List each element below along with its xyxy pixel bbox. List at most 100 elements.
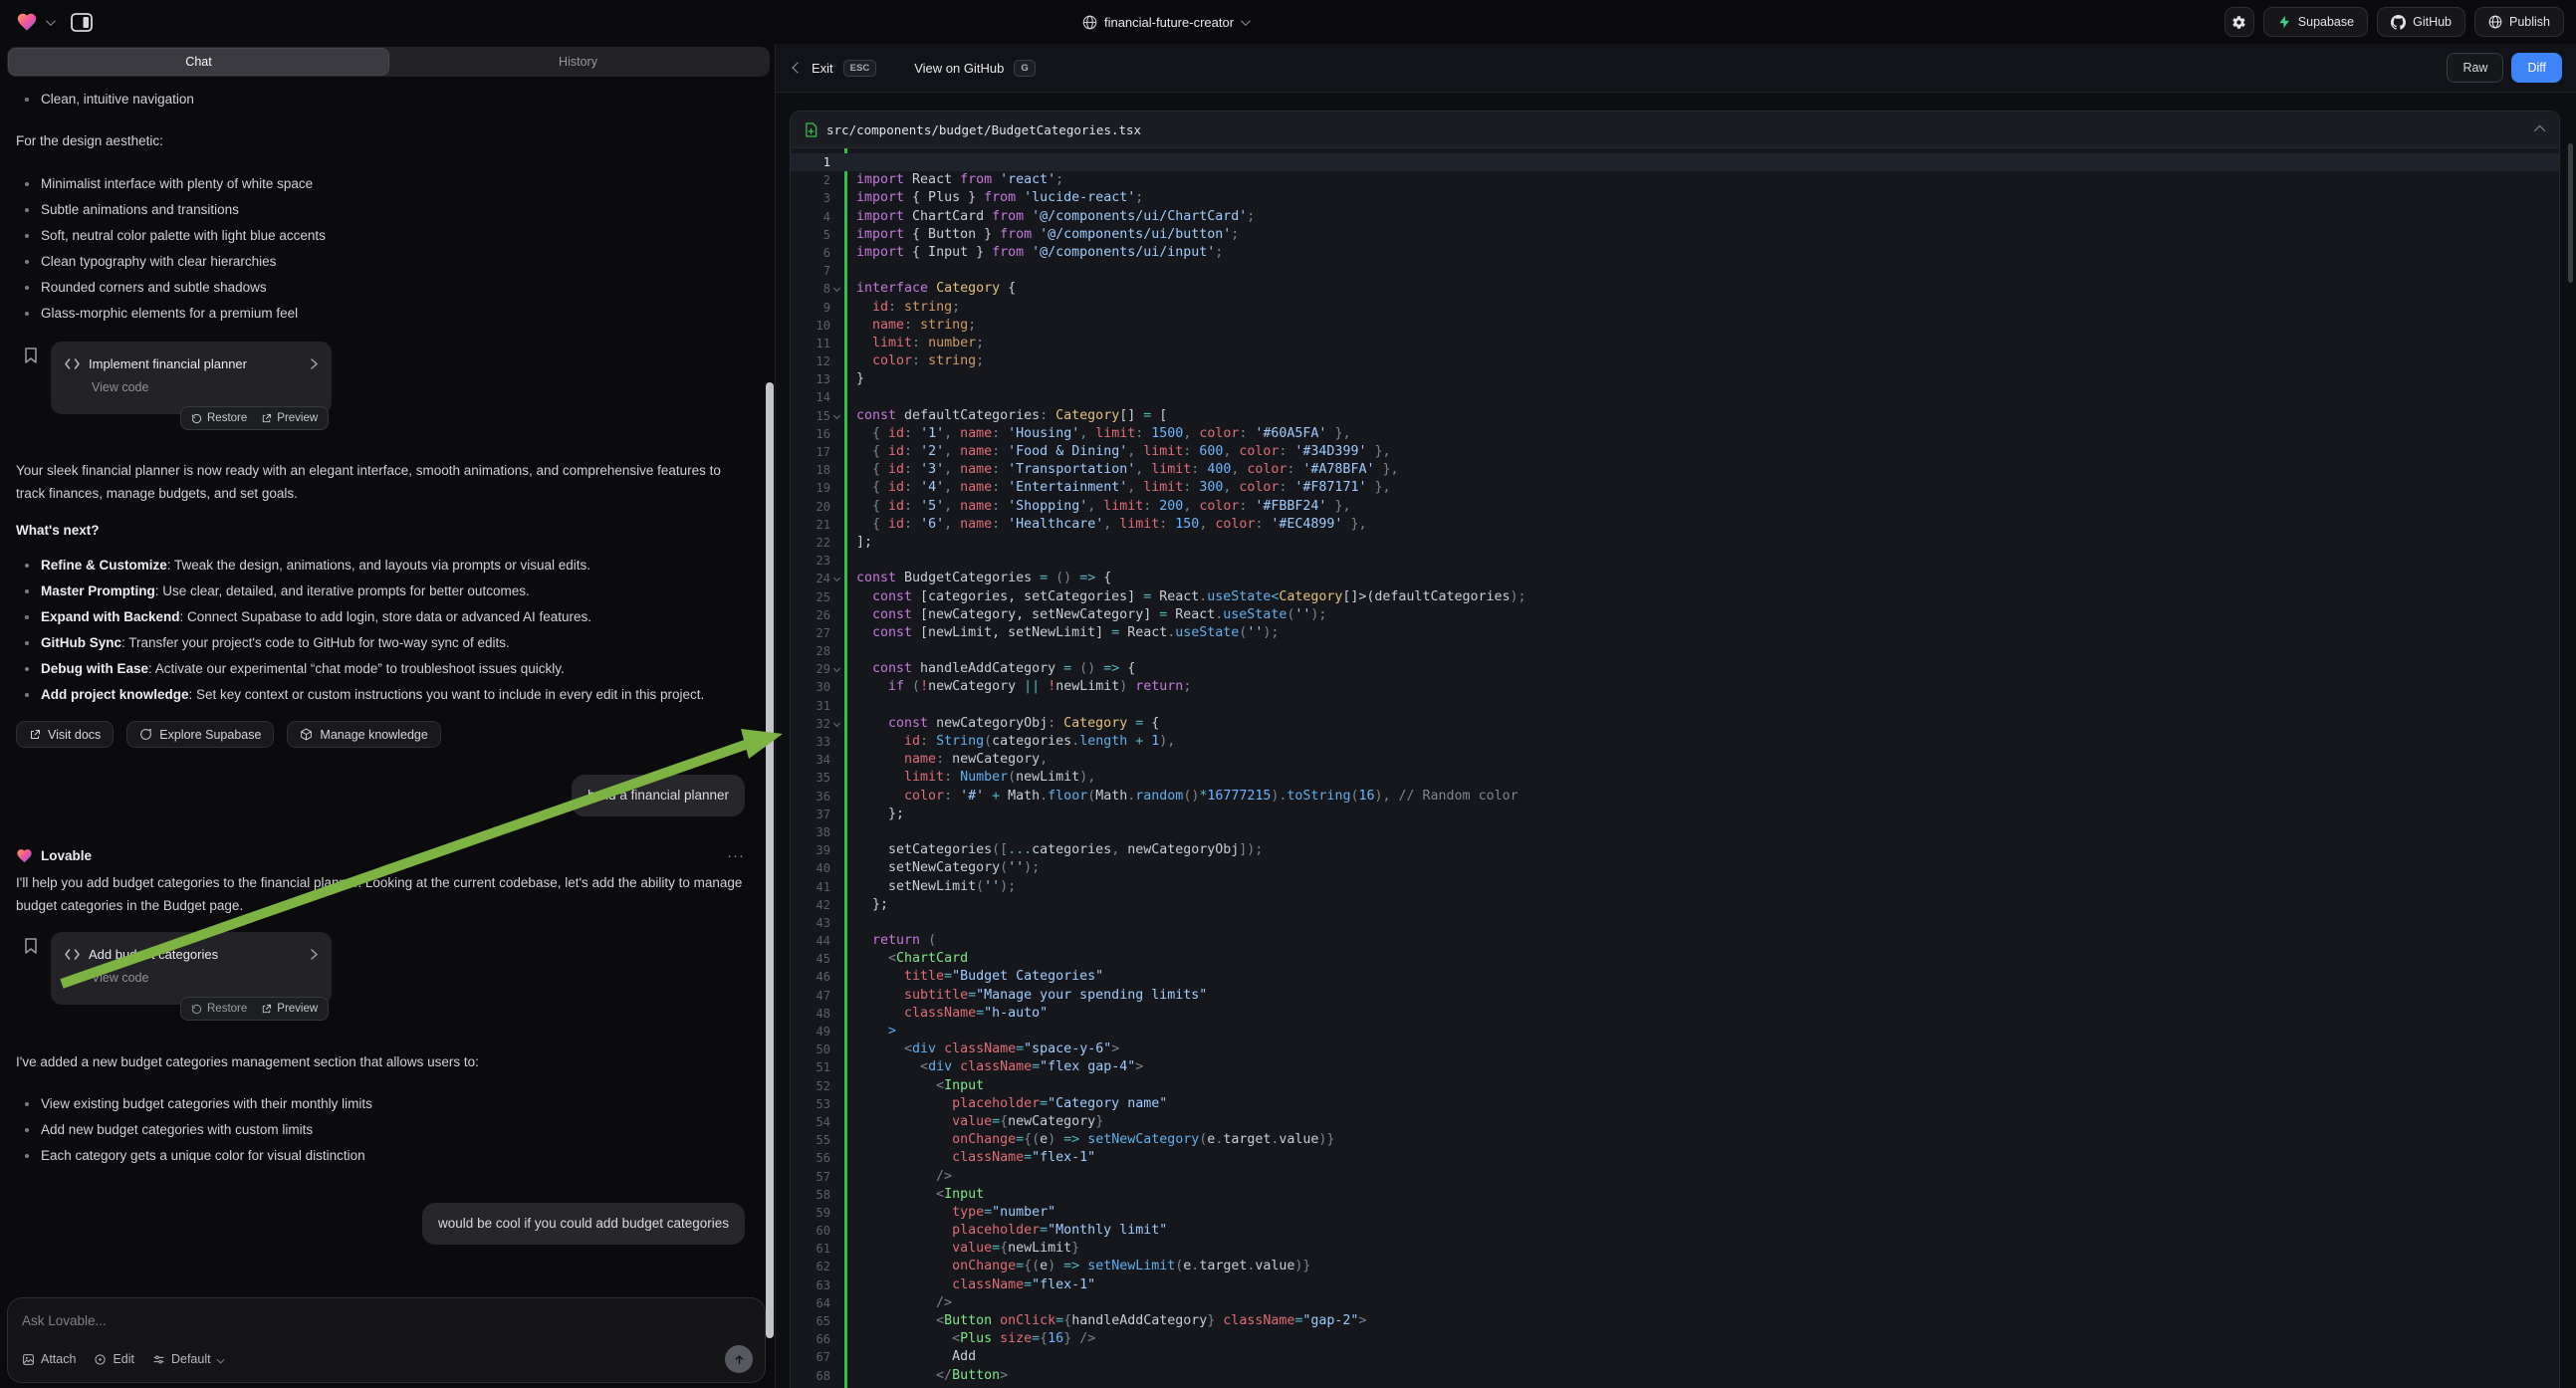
chat-scroll-area[interactable]: Clean, intuitive navigation For the desi… — [0, 84, 765, 1288]
more-options-icon[interactable]: ··· — [727, 847, 745, 864]
file-header[interactable]: src/components/budget/BudgetCategories.t… — [791, 112, 2559, 148]
version-card-implement-financial-planner[interactable]: Implement financial planner View code — [51, 342, 332, 414]
code-text: name: string; — [856, 317, 976, 335]
line-number: 50 — [791, 1041, 830, 1058]
line-number: 4 — [791, 208, 830, 226]
publish-label: Publish — [2509, 15, 2550, 29]
line-number: 27 — [791, 624, 830, 642]
code-line: 66 <Plus size={16} /> — [791, 1330, 2559, 1348]
chevron-down-icon — [216, 1355, 224, 1363]
code-text: { id: '6', name: 'Healthcare', limit: 15… — [856, 516, 1366, 534]
manage-knowledge-button[interactable]: Manage knowledge — [287, 721, 440, 748]
chevron-down-icon[interactable] — [46, 16, 56, 26]
code-line: 25 const [categories, setCategories] = R… — [791, 588, 2559, 606]
bullet-dot — [25, 208, 29, 212]
bullet-dot — [25, 564, 29, 568]
code-line: 30 if (!newCategory || !newLimit) return… — [791, 678, 2559, 696]
bullet-dot — [25, 1128, 29, 1132]
fold-gutter — [830, 968, 844, 986]
bookmark-icon[interactable] — [24, 347, 38, 363]
list-item: Soft, neutral color palette with light b… — [16, 223, 745, 249]
preview-button[interactable]: Preview — [261, 412, 318, 424]
explore-supabase-button[interactable]: Explore Supabase — [126, 721, 274, 748]
lovable-logo[interactable] — [16, 11, 38, 33]
fold-gutter — [830, 1330, 844, 1348]
bullet-dot — [25, 260, 29, 264]
code-scrollbar[interactable] — [2568, 143, 2573, 283]
restore-button[interactable]: Restore — [191, 412, 247, 424]
fold-gutter — [830, 841, 844, 859]
fold-chevron-icon[interactable] — [830, 570, 844, 587]
line-number: 56 — [791, 1149, 830, 1167]
send-button[interactable] — [725, 1345, 753, 1373]
list-item: Minimalist interface with plenty of whit… — [16, 171, 745, 197]
chat-input[interactable] — [22, 1308, 751, 1332]
chevron-up-icon[interactable] — [2534, 125, 2545, 136]
preview-button[interactable]: Preview — [261, 1003, 318, 1015]
chevron-right-icon — [311, 358, 318, 369]
view-on-github-button[interactable]: View on GitHub — [914, 61, 1004, 76]
line-number: 6 — [791, 244, 830, 262]
fold-gutter — [830, 1058, 844, 1076]
line-number: 9 — [791, 299, 830, 317]
code-line: 2import React from 'react'; — [791, 171, 2559, 189]
mode-selector[interactable]: Default — [152, 1352, 224, 1366]
restore-button[interactable]: Restore — [191, 1003, 247, 1015]
github-button[interactable]: GitHub — [2377, 7, 2465, 37]
line-number: 14 — [791, 388, 830, 406]
chat-panel: Chat History Clean, intuitive navigation… — [0, 44, 775, 1388]
tab-history[interactable]: History — [388, 49, 768, 75]
fold-chevron-icon[interactable] — [830, 407, 844, 425]
code-text: value={newLimit} — [856, 1240, 1079, 1258]
bookmark-icon[interactable] — [24, 938, 38, 954]
line-number: 31 — [791, 697, 830, 715]
fold-gutter — [830, 878, 844, 896]
publish-button[interactable]: Publish — [2474, 7, 2564, 37]
chevron-left-icon[interactable] — [792, 62, 803, 73]
version-card-add-budget-categories[interactable]: Add budget categories View code — [51, 932, 332, 1005]
settings-button[interactable] — [2225, 7, 2254, 37]
supabase-button[interactable]: Supabase — [2263, 7, 2368, 37]
code-text: <Input — [856, 1077, 984, 1095]
raw-button[interactable]: Raw — [2447, 53, 2503, 83]
project-switcher[interactable]: financial-future-creator — [1036, 0, 1294, 44]
view-code-link[interactable]: View code — [92, 380, 318, 394]
panel-toggle-button[interactable] — [71, 13, 93, 32]
code-text: setNewLimit(''); — [856, 878, 1016, 896]
line-number: 59 — [791, 1204, 830, 1222]
tab-chat[interactable]: Chat — [9, 49, 388, 75]
sliders-icon — [152, 1353, 165, 1366]
bullet-text: Add new budget categories with custom li… — [41, 1117, 313, 1143]
code-text: > — [856, 1023, 896, 1041]
bullet-text: Expand with Backend: Connect Supabase to… — [41, 604, 591, 630]
code-area[interactable]: 12import React from 'react';3import { Pl… — [791, 148, 2559, 1388]
fold-chevron-icon[interactable] — [830, 715, 844, 733]
visit-docs-button[interactable]: Visit docs — [16, 721, 114, 748]
bullet-dot — [25, 234, 29, 238]
fold-gutter — [830, 1186, 844, 1204]
code-line: 59 type="number" — [791, 1204, 2559, 1222]
chat-scrollbar[interactable] — [766, 382, 774, 1338]
exit-button[interactable]: Exit — [812, 61, 833, 76]
fold-chevron-icon[interactable] — [830, 280, 844, 298]
code-text: </Button> — [856, 1367, 1008, 1385]
attach-button[interactable]: Attach — [22, 1352, 76, 1366]
restore-label: Restore — [207, 412, 247, 424]
code-text: const defaultCategories: Category[] = [ — [856, 407, 1167, 425]
fold-chevron-icon[interactable] — [830, 660, 844, 678]
fold-gutter — [830, 914, 844, 932]
bullet-text: Rounded corners and subtle shadows — [41, 275, 267, 301]
edit-button[interactable]: Edit — [94, 1352, 134, 1366]
fold-gutter — [830, 299, 844, 317]
code-text: import { Input } from '@/components/ui/i… — [856, 244, 1223, 262]
view-code-link[interactable]: View code — [92, 971, 318, 985]
fold-gutter — [830, 788, 844, 806]
fold-gutter — [830, 534, 844, 552]
fold-gutter — [830, 896, 844, 914]
code-text: { id: '2', name: 'Food & Dining', limit:… — [856, 443, 1391, 461]
code-text: <div className="space-y-6"> — [856, 1041, 1119, 1058]
code-line: 32 const newCategoryObj: Category = { — [791, 715, 2559, 733]
line-number: 49 — [791, 1023, 830, 1041]
code-text: className="flex-1" — [856, 1149, 1095, 1167]
diff-button[interactable]: Diff — [2511, 53, 2562, 83]
